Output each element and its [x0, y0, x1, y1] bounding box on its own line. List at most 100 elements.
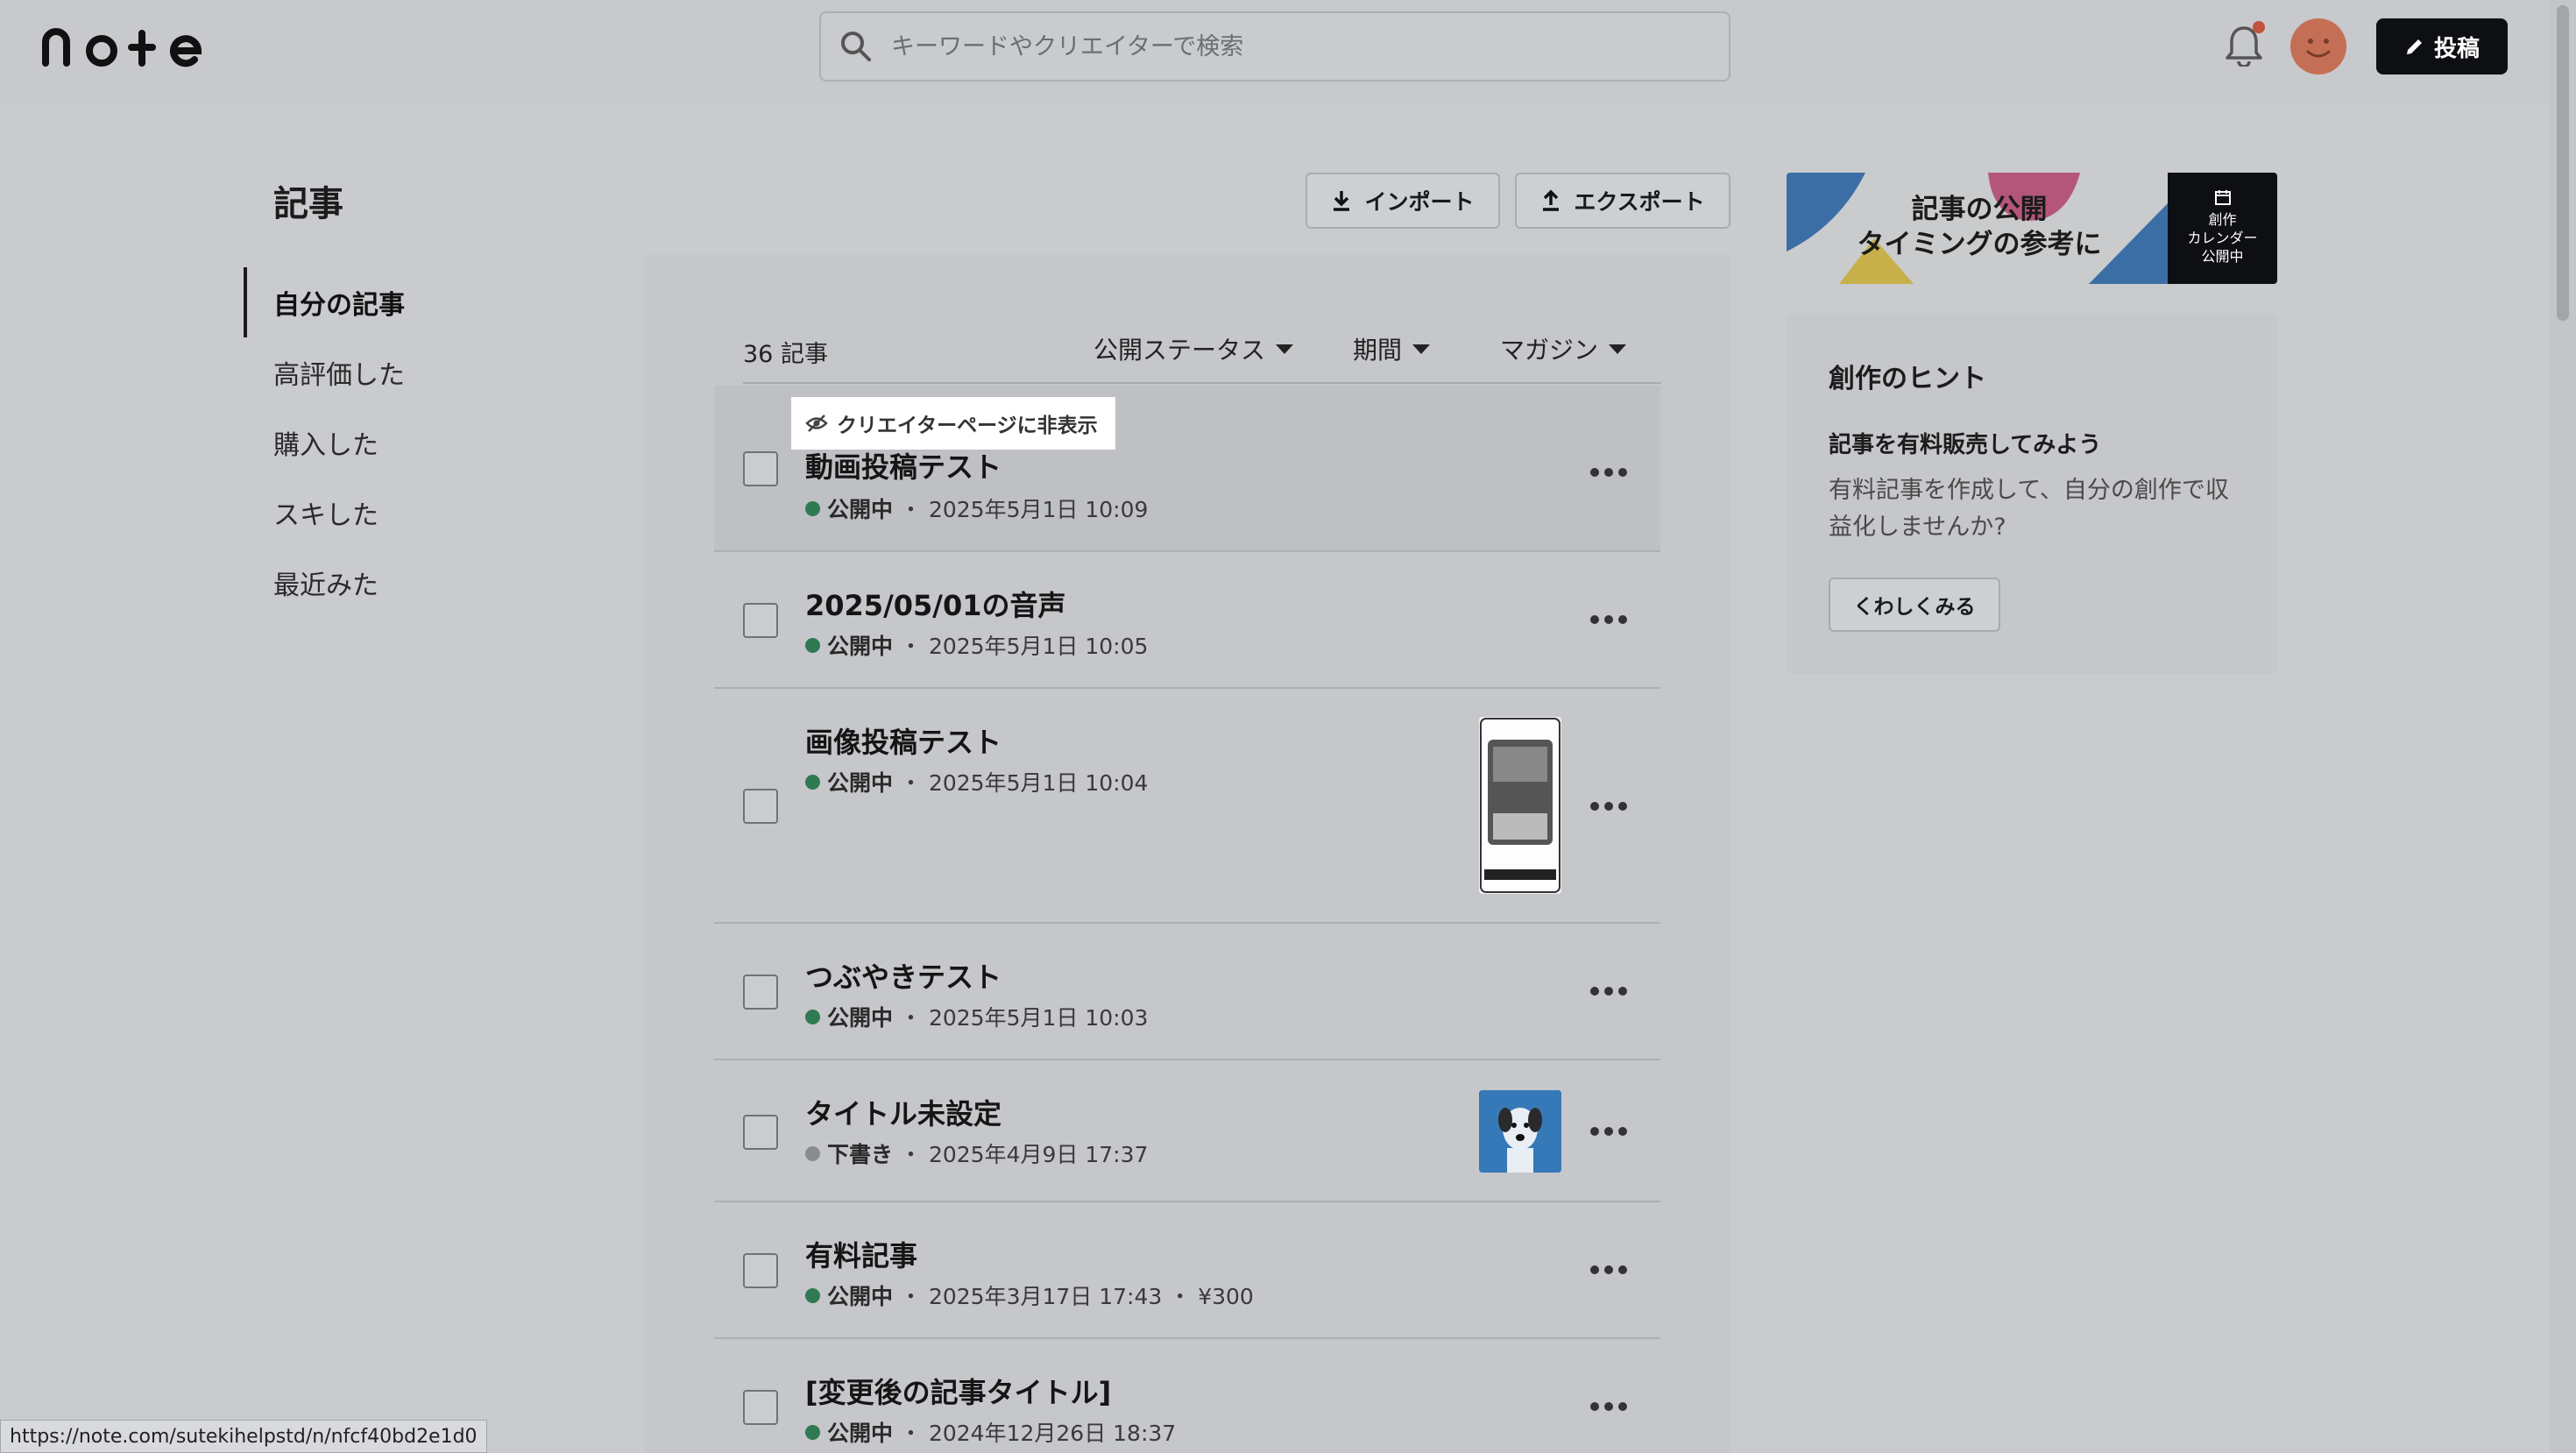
row-checkbox[interactable]: [743, 451, 778, 486]
article-row[interactable]: [変更後の記事タイトル] 公開中 ・ 2024年12月26日 18:37: [714, 1339, 1660, 1453]
export-label: エクスポート: [1574, 189, 1705, 215]
scrollbar-thumb[interactable]: [2557, 5, 2569, 321]
search-input[interactable]: [891, 20, 1729, 73]
status-badge: 下書き: [827, 1142, 894, 1167]
search-icon: [841, 32, 871, 61]
status-dot: [805, 637, 820, 653]
search-box[interactable]: [819, 11, 1730, 82]
sidebar-item-suki[interactable]: スキした: [244, 478, 533, 548]
status-badge: 公開中: [827, 1005, 894, 1031]
banner-side-line2: カレンダー: [2187, 230, 2258, 246]
filter-period[interactable]: 期間: [1353, 331, 1431, 366]
row-checkbox[interactable]: [743, 789, 778, 824]
user-avatar[interactable]: [2290, 18, 2346, 74]
article-date: ・ 2024年12月26日 18:37: [900, 1421, 1177, 1446]
sidebar-item-my-articles[interactable]: 自分の記事: [244, 267, 533, 337]
sidebar-item-liked[interactable]: 高評価した: [244, 337, 533, 408]
import-button[interactable]: インポート: [1306, 173, 1500, 229]
pencil-icon: [2406, 39, 2422, 54]
row-checkbox[interactable]: [743, 603, 778, 638]
article-meta: 公開中 ・ 2025年5月1日 10:09: [805, 493, 1148, 524]
article-title[interactable]: つぶやきテスト: [805, 955, 1001, 996]
article-title[interactable]: 動画投稿テスト: [805, 445, 1001, 486]
article-title[interactable]: [変更後の記事タイトル]: [805, 1371, 1111, 1411]
row-checkbox[interactable]: [743, 1115, 778, 1150]
status-dot: [805, 774, 820, 790]
caret-down-icon: [1412, 344, 1431, 354]
article-row[interactable]: つぶやきテスト 公開中 ・ 2025年5月1日 10:03: [714, 924, 1660, 1060]
hint-body: 有料記事を作成して、自分の創作で収益化しませんか?: [1829, 477, 2229, 541]
article-meta: 公開中 ・ 2025年3月17日 17:43 ・ ¥300: [805, 1279, 1254, 1311]
notification-badge: [2253, 21, 2265, 33]
article-count: 36 記事: [743, 341, 828, 368]
status-badge: 公開中: [827, 1421, 894, 1446]
article-date: ・ 2025年5月1日 10:05: [900, 634, 1149, 659]
banner-side-line3: 公開中: [2201, 248, 2244, 265]
dog-image: [1479, 1090, 1561, 1173]
row-checkbox[interactable]: [743, 1253, 778, 1288]
sidebar-item-purchased[interactable]: 購入した: [244, 408, 533, 478]
article-title[interactable]: 画像投稿テスト: [805, 720, 1001, 761]
export-button[interactable]: エクスポート: [1515, 173, 1730, 229]
hidden-from-creator-page-tooltip: クリエイターページに非表示: [791, 397, 1115, 450]
article-row[interactable]: 有料記事 公開中 ・ 2025年3月17日 17:43 ・ ¥300: [714, 1202, 1660, 1339]
row-checkbox[interactable]: [743, 975, 778, 1010]
article-title[interactable]: 2025/05/01の音声: [805, 584, 1066, 624]
article-title[interactable]: 有料記事: [805, 1234, 917, 1274]
more-menu-icon[interactable]: [1590, 800, 1627, 812]
banner-side-panel: 創作 カレンダー 公開中: [2168, 173, 2277, 284]
creation-hint-card: 創作のヒント 記事を有料販売してみよう 有料記事を作成して、自分の創作で収益化し…: [1787, 313, 2277, 674]
banner-text: 記事の公開 タイミングの参考に: [1848, 192, 2111, 262]
caret-down-icon: [1609, 344, 1627, 354]
filter-magazine[interactable]: マガジン: [1500, 331, 1627, 366]
more-menu-icon[interactable]: [1590, 1125, 1627, 1138]
article-date: ・ 2025年5月1日 10:04: [900, 770, 1149, 796]
article-thumbnail: [1479, 717, 1561, 894]
note-logo[interactable]: [40, 23, 216, 68]
sidebar-nav: 自分の記事 高評価した 購入した スキした 最近みた: [244, 267, 533, 618]
article-row[interactable]: 画像投稿テスト 公開中 ・ 2025年5月1日 10:04: [714, 689, 1660, 924]
article-row[interactable]: タイトル未設定 下書き ・ 2025年4月9日 17:37: [714, 1060, 1660, 1202]
article-thumbnail: [1479, 1090, 1561, 1173]
post-button[interactable]: 投稿: [2376, 18, 2508, 74]
article-meta: 公開中 ・ 2024年12月26日 18:37: [805, 1416, 1176, 1448]
more-menu-icon[interactable]: [1590, 985, 1627, 997]
more-menu-icon[interactable]: [1590, 613, 1627, 626]
more-menu-icon[interactable]: [1590, 1264, 1627, 1276]
download-icon: [1334, 191, 1350, 211]
status-dot: [805, 1424, 820, 1440]
article-meta: 公開中 ・ 2025年5月1日 10:05: [805, 629, 1148, 661]
row-checkbox[interactable]: [743, 1390, 778, 1425]
post-button-label: 投稿: [2433, 35, 2480, 62]
hint-title: 創作のヒント: [1829, 364, 1986, 394]
banner-line2: タイミングの参考に: [1857, 229, 2102, 260]
article-row[interactable]: 2025/05/01の音声 公開中 ・ 2025年5月1日 10:05: [714, 552, 1660, 689]
eye-off-icon: [805, 415, 828, 432]
import-label: インポート: [1364, 189, 1475, 215]
smile-face-icon: [2306, 39, 2331, 58]
article-title[interactable]: タイトル未設定: [805, 1092, 1001, 1132]
status-dot: [805, 500, 820, 516]
sidebar-item-recently-viewed[interactable]: 最近みた: [244, 548, 533, 618]
phone-screenshot-image: [1480, 718, 1560, 893]
article-date: ・ 2025年5月1日 10:03: [900, 1005, 1149, 1031]
tooltip-text: クリエイターページに非表示: [837, 415, 1098, 437]
article-meta: 公開中 ・ 2025年5月1日 10:03: [805, 1001, 1148, 1032]
article-date: ・ 2025年5月1日 10:09: [900, 497, 1149, 522]
upload-icon: [1543, 189, 1560, 211]
list-header: 36 記事 公開ステータス 期間 マガジン: [743, 324, 1661, 384]
more-menu-icon[interactable]: [1590, 1400, 1627, 1413]
caret-down-icon: [1276, 344, 1294, 354]
filter-status-label: 公開ステータス: [1093, 336, 1266, 365]
banner-line1: 記事の公開: [1911, 194, 2048, 225]
status-badge: 公開中: [827, 1284, 894, 1309]
article-meta: 下書き ・ 2025年4月9日 17:37: [805, 1138, 1148, 1169]
creation-calendar-banner[interactable]: 記事の公開 タイミングの参考に 創作 カレンダー 公開中: [1787, 173, 2277, 284]
more-menu-icon[interactable]: [1590, 466, 1627, 478]
filter-status[interactable]: 公開ステータス: [1093, 331, 1294, 366]
status-bar-url: https://note.com/sutekihelpstd/n/nfcf40b…: [0, 1420, 487, 1453]
article-meta: 公開中 ・ 2025年5月1日 10:04: [805, 766, 1148, 797]
status-dot: [805, 1287, 820, 1303]
learn-more-button[interactable]: くわしくみる: [1829, 578, 2000, 632]
status-badge: 公開中: [827, 634, 894, 659]
